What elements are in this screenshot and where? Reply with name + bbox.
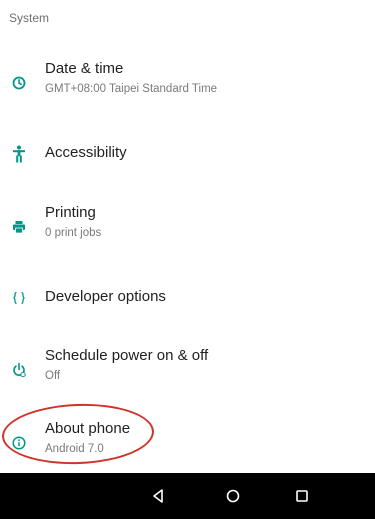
settings-item-summary: Off <box>45 370 61 382</box>
settings-item-title: Printing <box>45 204 96 221</box>
settings-item-title: Developer options <box>45 288 166 305</box>
settings-item-date-time[interactable]: Date & time GMT+08:00 Taipei Standard Ti… <box>0 56 375 106</box>
settings-item-schedule-power[interactable]: Schedule power on & off Off <box>0 343 375 393</box>
settings-item-developer-options[interactable]: Developer options <box>0 278 375 328</box>
settings-item-summary: GMT+08:00 Taipei Standard Time <box>45 83 218 95</box>
settings-item-title: Schedule power on & off <box>45 347 209 364</box>
braces-icon <box>9 288 29 308</box>
power-clock-icon <box>9 360 29 380</box>
home-icon[interactable] <box>223 486 243 506</box>
settings-item-summary: 0 print jobs <box>45 227 102 239</box>
printer-icon <box>9 217 29 237</box>
section-header-system: System <box>9 11 50 25</box>
settings-item-title: Accessibility <box>45 144 127 161</box>
clock-icon <box>9 73 29 93</box>
recents-icon[interactable] <box>292 486 312 506</box>
settings-item-accessibility[interactable]: Accessibility <box>0 134 375 184</box>
back-icon[interactable] <box>148 486 168 506</box>
accessibility-icon <box>9 144 29 164</box>
settings-item-title: Date & time <box>45 60 124 77</box>
settings-item-printing[interactable]: Printing 0 print jobs <box>0 200 375 250</box>
navigation-bar <box>0 473 375 519</box>
